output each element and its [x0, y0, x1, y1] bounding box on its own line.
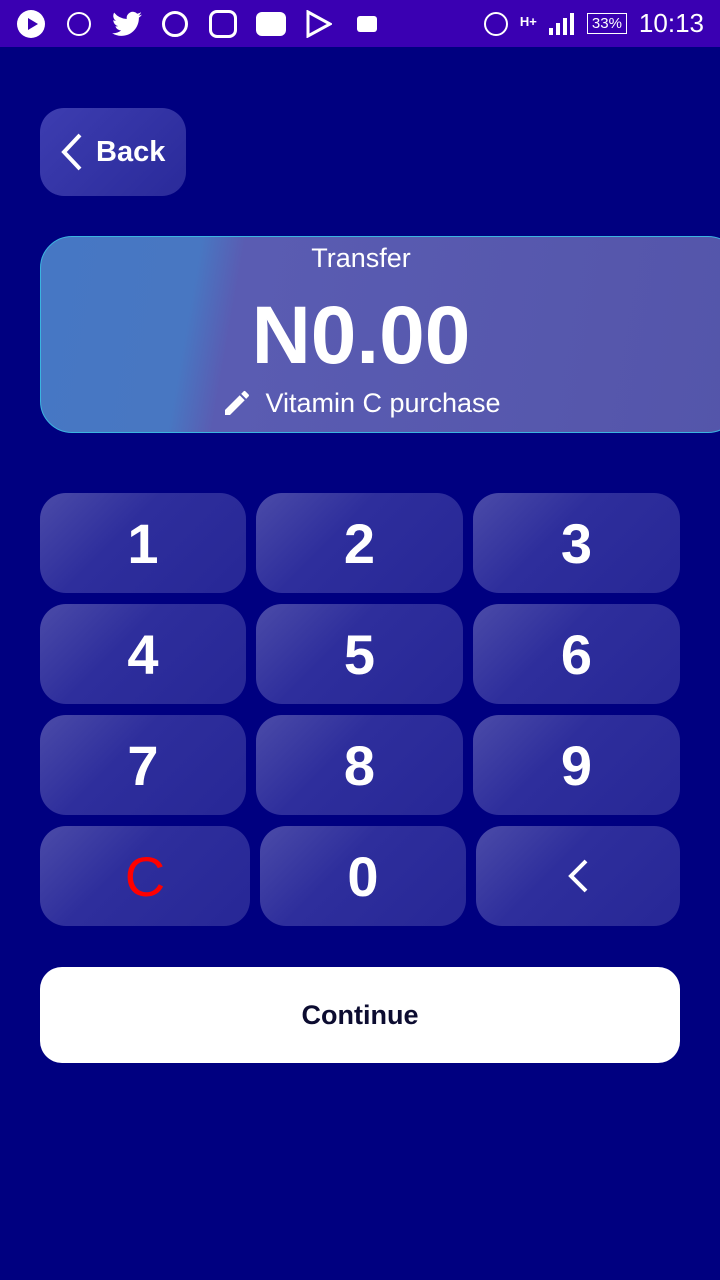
key-5[interactable]: 5	[256, 604, 463, 704]
twitter-icon	[112, 9, 142, 39]
key-8[interactable]: 8	[256, 715, 463, 815]
amount-display: N0.00	[251, 290, 471, 381]
instagram-icon	[208, 9, 238, 39]
edit-note[interactable]: Vitamin C purchase	[41, 387, 681, 419]
message-icon	[352, 9, 382, 39]
key-7[interactable]: 7	[40, 715, 246, 815]
youtube-icon	[256, 9, 286, 39]
alarm-icon	[64, 9, 94, 39]
battery-indicator: 33%	[586, 13, 627, 34]
note-text: Vitamin C purchase	[265, 387, 501, 418]
transfer-title: Transfer	[311, 243, 411, 273]
chevron-left-icon	[61, 133, 82, 171]
key-0[interactable]: 0	[260, 826, 466, 926]
key-6[interactable]: 6	[473, 604, 680, 704]
network-type: H+	[519, 14, 537, 29]
clear-key[interactable]: C	[40, 826, 250, 926]
back-label: Back	[96, 135, 166, 168]
back-button[interactable]: Back	[40, 108, 186, 196]
play-icon	[16, 9, 46, 39]
key-3[interactable]: 3	[473, 493, 680, 593]
clock: 10:13	[638, 8, 704, 38]
alarm-icon	[483, 11, 508, 36]
continue-button[interactable]: Continue	[40, 967, 680, 1063]
signal-icon	[548, 12, 574, 35]
chevron-left-icon	[568, 859, 588, 893]
pencil-icon	[225, 390, 250, 415]
key-1[interactable]: 1	[40, 493, 246, 593]
key-2[interactable]: 2	[256, 493, 463, 593]
key-4[interactable]: 4	[40, 604, 246, 704]
status-bar: H+ 33% 10:13	[0, 0, 720, 47]
backspace-key[interactable]	[476, 826, 680, 926]
whatsapp-icon	[160, 9, 190, 39]
transfer-card: Transfer N0.00 Vitamin C purchase	[40, 236, 720, 433]
key-9[interactable]: 9	[473, 715, 680, 815]
play-store-icon	[304, 9, 334, 39]
